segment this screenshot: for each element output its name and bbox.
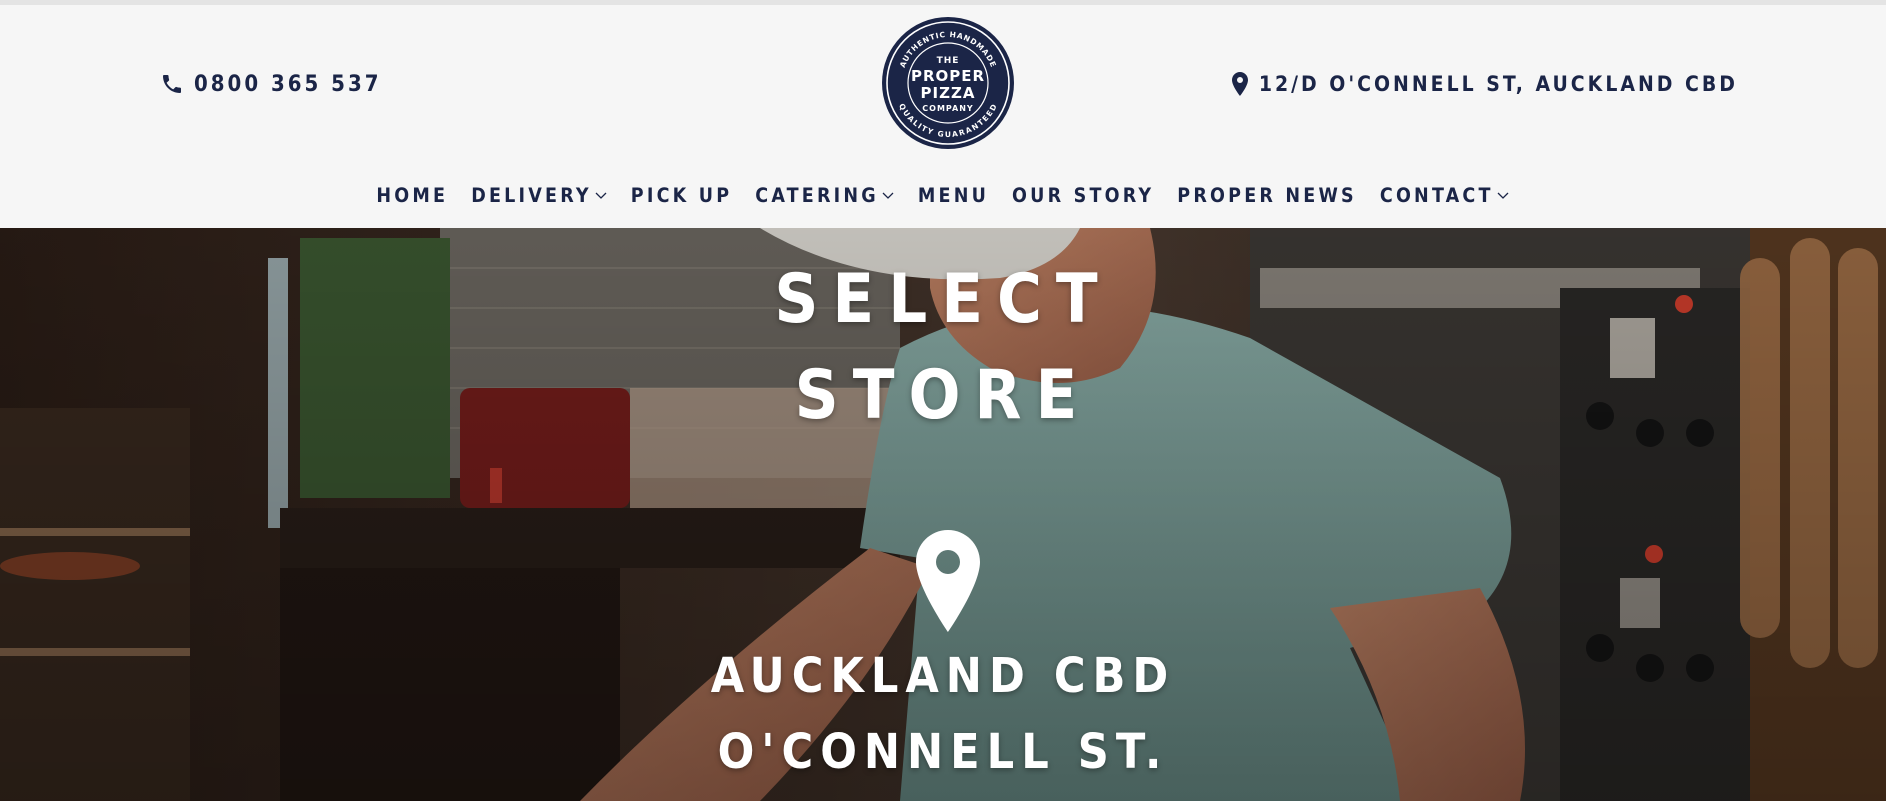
chevron-down-icon: [882, 192, 894, 199]
nav-label: CATERING: [755, 183, 879, 207]
nav-label: CONTACT: [1379, 183, 1494, 207]
nav-label: PROPER NEWS: [1177, 183, 1357, 207]
chevron-down-icon: [595, 192, 607, 199]
store-street: O'CONNELL ST.: [717, 724, 1169, 780]
svg-text:COMPANY: COMPANY: [922, 104, 973, 113]
nav-label: PICK UP: [630, 183, 733, 207]
logo[interactable]: AUTHENTIC HANDMADE QUALITY GUARANTEED TH…: [880, 15, 1016, 151]
nav-item-home[interactable]: HOME: [376, 184, 448, 207]
svg-text:PIZZA: PIZZA: [921, 84, 976, 102]
chevron-down-icon: [1497, 192, 1509, 199]
phone-icon: [163, 75, 181, 93]
nav-item-pick-up[interactable]: PICK UP: [631, 184, 732, 207]
svg-text:PROPER: PROPER: [911, 67, 985, 85]
nav-label: OUR STORY: [1012, 183, 1155, 207]
hero-title-line2: STORE: [794, 356, 1092, 435]
nav-label: MENU: [917, 183, 990, 207]
nav-item-contact[interactable]: CONTACT: [1380, 184, 1510, 207]
phone-number: 0800 365 537: [194, 71, 382, 97]
hero-title-line1: SELECT: [774, 260, 1112, 339]
nav-item-menu[interactable]: MENU: [918, 184, 989, 207]
nav-item-delivery[interactable]: DELIVERY: [471, 184, 608, 207]
map-pin-icon: [1231, 72, 1248, 96]
nav-label: HOME: [376, 183, 449, 207]
svg-text:THE: THE: [937, 56, 960, 66]
nav-item-proper-news[interactable]: PROPER NEWS: [1177, 184, 1357, 207]
phone-link[interactable]: 0800 365 537: [160, 67, 382, 101]
map-pin-icon: [916, 530, 980, 632]
nav-item-catering[interactable]: CATERING: [755, 184, 895, 207]
main-nav: HOME DELIVERY PICK UP CATERING MENU OUR …: [0, 175, 1886, 215]
address-link[interactable]: 12/D O'CONNELL ST, AUCKLAND CBD: [1231, 67, 1738, 101]
store-link-auckland-cbd[interactable]: AUCKLAND CBD O'CONNELL ST.: [0, 638, 1886, 790]
hero-section: SELECT STORE AUCKLAND CBD O'CONNELL ST.: [0, 228, 1886, 801]
nav-item-our-story[interactable]: OUR STORY: [1012, 184, 1154, 207]
site-header: 0800 365 537 AUTHENTIC HANDMADE QUALITY …: [0, 5, 1886, 228]
nav-label: DELIVERY: [471, 183, 592, 207]
store-name: AUCKLAND CBD: [710, 648, 1176, 704]
address-text: 12/D O'CONNELL ST, AUCKLAND CBD: [1258, 72, 1738, 96]
